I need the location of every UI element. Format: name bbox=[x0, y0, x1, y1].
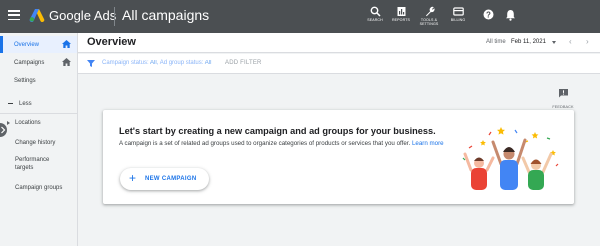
card-description: A campaign is a set of related ad groups… bbox=[119, 140, 449, 149]
home-icon bbox=[62, 58, 71, 66]
ad-group-status-value: All bbox=[204, 60, 212, 66]
notifications-icon[interactable] bbox=[505, 9, 516, 21]
person-middle bbox=[491, 138, 527, 190]
person-left bbox=[463, 152, 495, 190]
sidebar-item-label-line2: targets bbox=[15, 164, 34, 171]
filter-bar: Campaign status: All, Ad group status: A… bbox=[78, 54, 600, 74]
sidebar-item-locations[interactable]: Locations bbox=[0, 114, 77, 131]
credit-card-icon bbox=[452, 7, 464, 16]
celebrating-people-illustration bbox=[462, 127, 559, 190]
product-name: Google Ads bbox=[49, 8, 117, 23]
date-range-label: All time bbox=[486, 39, 506, 45]
feedback-icon bbox=[558, 89, 568, 98]
menu-icon[interactable] bbox=[8, 10, 20, 20]
sidebar-item-label: Overview bbox=[14, 41, 40, 48]
card-description-text: A campaign is a set of related ad groups… bbox=[119, 140, 411, 147]
sidebar-item-label: Change history bbox=[15, 139, 56, 146]
collapse-dash-icon bbox=[8, 102, 13, 104]
get-started-card: Let's start by creating a new campaign a… bbox=[103, 110, 574, 204]
sidebar: Overview Campaigns Settings Less Locatio… bbox=[0, 33, 78, 246]
help-icon[interactable]: ? bbox=[483, 9, 494, 20]
sidebar-item-campaigns[interactable]: Campaigns bbox=[0, 54, 77, 71]
chevron-right-icon bbox=[1, 126, 6, 134]
overview-title: Overview bbox=[87, 36, 136, 48]
home-icon bbox=[62, 40, 71, 48]
previous-period-icon[interactable]: ‹ bbox=[569, 37, 572, 46]
feedback-button[interactable]: FEEDBACK bbox=[549, 85, 577, 109]
plus-icon: + bbox=[129, 171, 137, 185]
person-right bbox=[521, 152, 553, 190]
wrench-icon bbox=[425, 6, 435, 17]
sidebar-item-settings[interactable]: Settings bbox=[0, 72, 77, 89]
filter-icon[interactable] bbox=[87, 60, 95, 67]
search-icon bbox=[370, 6, 381, 17]
title-divider bbox=[114, 7, 115, 26]
sidebar-item-label: Campaigns bbox=[14, 59, 45, 66]
new-campaign-button[interactable]: + NEW CAMPAIGN bbox=[120, 168, 209, 190]
add-filter-button[interactable]: ADD FILTER bbox=[225, 60, 262, 66]
status-filter-chip[interactable]: Campaign status: All, Ad group status: A… bbox=[102, 60, 211, 66]
sidebar-item-overview[interactable]: Overview bbox=[0, 36, 77, 53]
expand-caret-icon[interactable] bbox=[7, 121, 10, 125]
dropdown-arrow-icon[interactable] bbox=[552, 41, 556, 44]
sidebar-item-label: Campaign groups bbox=[15, 184, 63, 191]
sidebar-item-campaign-groups[interactable]: Campaign groups bbox=[0, 179, 77, 196]
top-app-bar: Google Ads All campaigns SEARCH REPORTS … bbox=[0, 0, 600, 33]
card-title: Let's start by creating a new campaign a… bbox=[119, 126, 436, 136]
less-toggle[interactable]: Less bbox=[8, 101, 32, 107]
learn-more-link[interactable]: Learn more bbox=[412, 140, 444, 147]
star-icon bbox=[480, 127, 556, 156]
reports-icon bbox=[397, 7, 405, 16]
sidebar-item-label: Settings bbox=[14, 77, 36, 84]
page-title: All campaigns bbox=[122, 7, 210, 23]
less-label: Less bbox=[19, 101, 32, 107]
next-period-icon[interactable]: › bbox=[586, 37, 589, 46]
svg-text:?: ? bbox=[486, 10, 491, 19]
feedback-label: FEEDBACK bbox=[552, 105, 574, 109]
ad-group-status-prefix: , Ad group status: bbox=[156, 60, 205, 66]
tools-label-line2: SETTINGS bbox=[419, 22, 439, 26]
campaign-status-value: All bbox=[150, 60, 157, 66]
billing-button[interactable]: BILLING bbox=[441, 6, 475, 22]
sidebar-item-performance-targets[interactable]: Performance targets bbox=[0, 155, 77, 175]
sidebar-item-change-history[interactable]: Change history bbox=[0, 134, 77, 151]
sidebar-item-label: Locations bbox=[15, 119, 41, 126]
new-campaign-label: NEW CAMPAIGN bbox=[145, 176, 197, 182]
overview-header: Overview All time Feb 11, 2021 ‹ › bbox=[78, 33, 600, 53]
campaign-status-prefix: Campaign status: bbox=[102, 60, 151, 66]
billing-label: BILLING bbox=[450, 18, 466, 22]
google-ads-logo-icon[interactable] bbox=[29, 8, 45, 22]
sidebar-item-label-line1: Performance bbox=[15, 157, 50, 163]
date-range-picker[interactable]: Feb 11, 2021 bbox=[511, 39, 546, 45]
sidebar-collapse-button[interactable] bbox=[0, 123, 7, 137]
